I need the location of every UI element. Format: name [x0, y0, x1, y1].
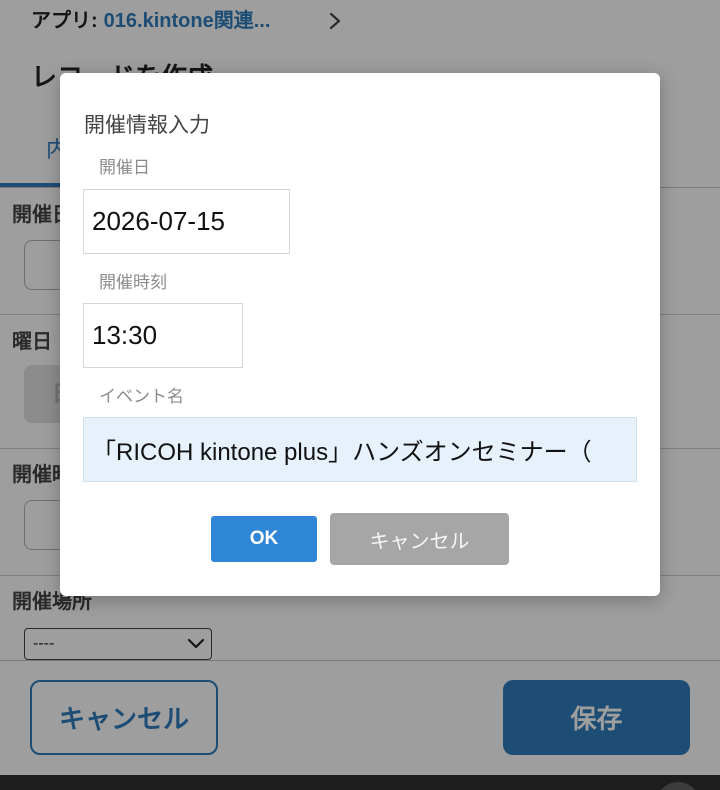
- event-info-dialog: 開催情報入力 開催日 開催時刻 イベント名 OK キャンセル: [60, 73, 660, 596]
- dialog-time-input[interactable]: [83, 303, 243, 368]
- system-nav-bar: [0, 775, 720, 790]
- dialog-title: 開催情報入力: [84, 114, 210, 137]
- dialog-event-name-input[interactable]: [83, 417, 637, 482]
- dialog-label-date: 開催日: [99, 158, 150, 177]
- dialog-label-time: 開催時刻: [99, 273, 167, 292]
- system-nav-button[interactable]: [656, 782, 700, 790]
- dialog-cancel-button[interactable]: キャンセル: [330, 513, 509, 565]
- dialog-ok-button[interactable]: OK: [211, 516, 317, 562]
- dialog-label-event-name: イベント名: [99, 387, 184, 406]
- dialog-date-input[interactable]: [83, 189, 290, 254]
